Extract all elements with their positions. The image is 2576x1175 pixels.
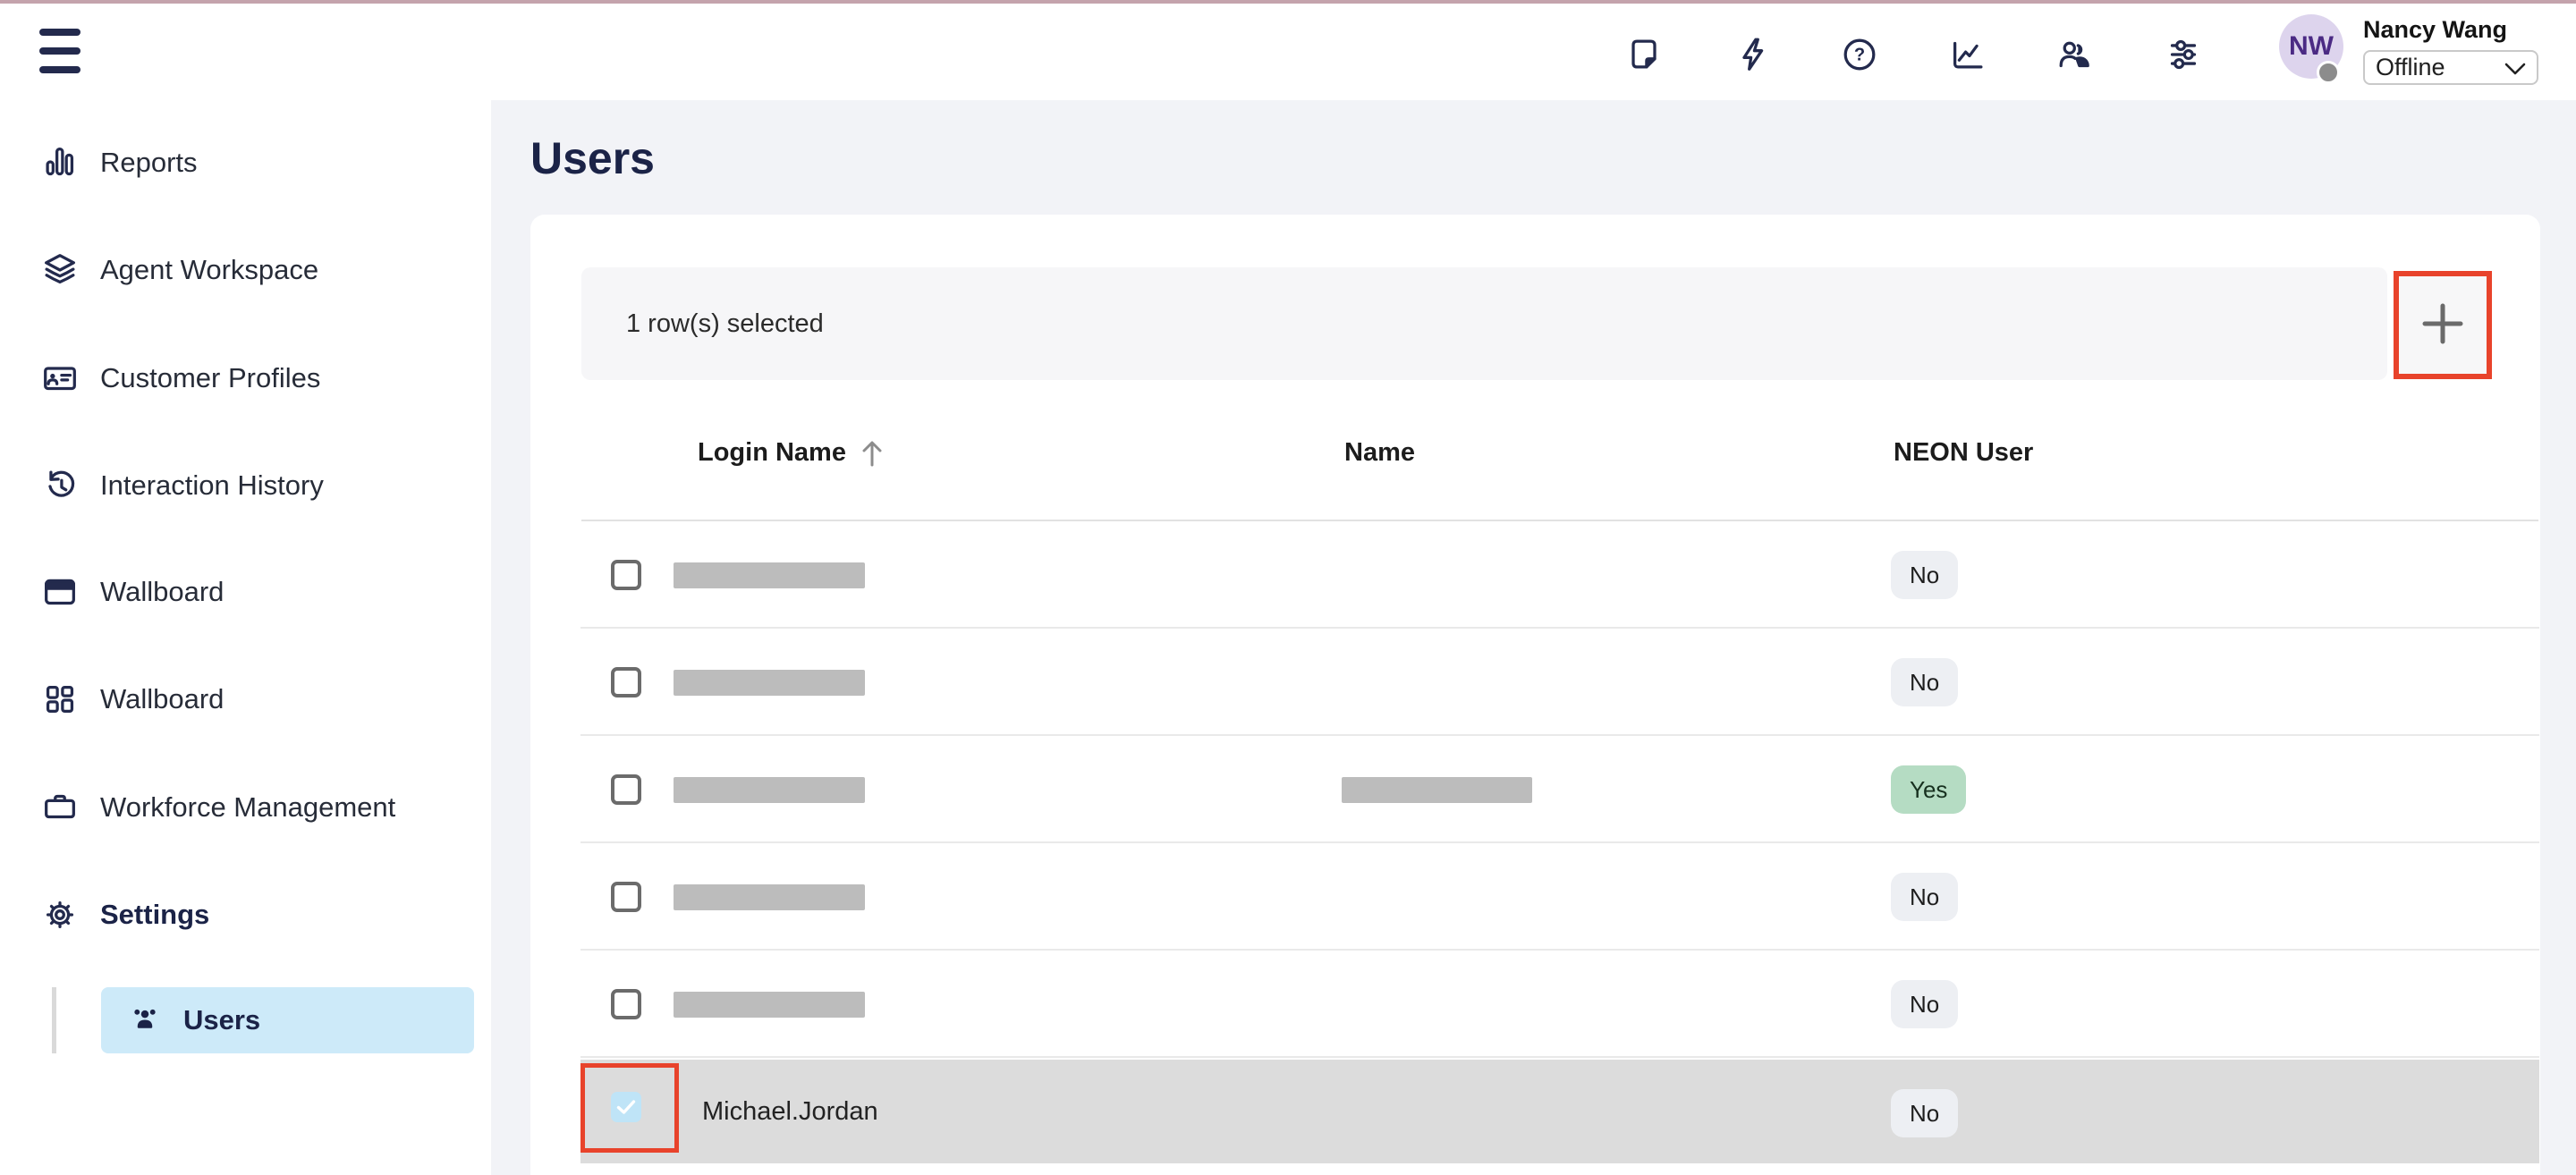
column-header-login-name[interactable]: Login Name <box>698 438 884 468</box>
add-user-button[interactable] <box>2399 276 2487 374</box>
row-checkbox[interactable] <box>611 774 641 805</box>
table-row[interactable]: Michael.Jordan No <box>580 1060 2539 1163</box>
redacted-login-name <box>674 884 865 910</box>
neon-user-badge: No <box>1891 980 1958 1028</box>
note-icon[interactable] <box>1623 34 1665 75</box>
layers-icon <box>39 249 80 291</box>
app-screen: ? NW Nancy Wang Offline Users Reports Age… <box>0 0 2576 1175</box>
sidebar-item-label: Settings <box>100 899 209 931</box>
neon-user-badge: Yes <box>1891 765 1966 814</box>
sidebar-item-label: Wallboard <box>100 576 224 608</box>
redacted-name <box>1342 777 1532 803</box>
user-name: Nancy Wang <box>2363 16 2507 44</box>
annotation-box-add-button <box>2394 271 2492 379</box>
table-row[interactable]: No <box>580 521 2539 629</box>
main-content: Users 1 row(s) selected Login Name <box>491 100 2576 1175</box>
reports-icon <box>39 142 80 183</box>
sidebar-item-label: Reports <box>100 147 198 179</box>
rows-selected-text: 1 row(s) selected <box>626 309 824 339</box>
sidebar-item-settings[interactable]: Settings <box>39 883 209 947</box>
sidebar-item-label: Interaction History <box>100 469 324 502</box>
sidebar-item-wallboard[interactable]: Wallboard <box>39 667 224 731</box>
plus-icon <box>2419 300 2466 350</box>
status-dropdown[interactable]: Offline <box>2363 50 2538 85</box>
sidebar-item-label: Customer Profiles <box>100 362 320 394</box>
redacted-login-name <box>674 992 865 1018</box>
page-title: Users <box>530 132 655 184</box>
grid-icon <box>39 679 80 720</box>
row-checkbox[interactable] <box>611 882 641 912</box>
sidebar-item-label: Workforce Management <box>100 791 395 824</box>
users-group-icon <box>125 1001 165 1040</box>
chevron-down-icon <box>2504 54 2526 81</box>
neon-user-badge: No <box>1891 551 1958 599</box>
table-row[interactable]: No <box>580 843 2539 951</box>
column-header-name[interactable]: Name <box>1344 438 1415 468</box>
sidebar-item-users[interactable]: Users <box>101 987 474 1053</box>
row-checkbox[interactable] <box>611 1092 641 1122</box>
help-icon[interactable]: ? <box>1839 34 1880 75</box>
neon-user-badge: No <box>1891 873 1958 921</box>
column-header-label: NEON User <box>1894 438 2033 468</box>
gear-icon <box>39 894 80 935</box>
sort-ascending-icon <box>860 439 884 468</box>
redacted-login-name <box>674 777 865 803</box>
topbar: ? NW Nancy Wang Offline <box>0 4 2576 100</box>
redacted-login-name <box>674 670 865 696</box>
sidebar-item-interaction-history[interactable]: Interaction History <box>39 453 324 518</box>
column-header-label: Name <box>1344 438 1415 468</box>
table-row[interactable]: No <box>580 629 2539 736</box>
svg-text:?: ? <box>1854 46 1865 65</box>
sidebar-item-customer-profiles[interactable]: Customer Profiles <box>39 346 320 410</box>
column-header-label: Login Name <box>698 438 846 468</box>
sidebar-item-label: Users <box>183 1004 260 1036</box>
row-checkbox[interactable] <box>611 667 641 697</box>
neon-user-badge: No <box>1891 658 1958 706</box>
status-dot <box>2317 61 2340 84</box>
hamburger-menu-button[interactable] <box>39 27 80 75</box>
sidebar-item-wallboard[interactable]: Wallboard <box>39 560 224 624</box>
history-icon <box>39 465 80 506</box>
people-icon[interactable] <box>2055 34 2096 75</box>
column-header-neon-user[interactable]: NEON User <box>1894 438 2033 468</box>
sidebar-item-label: Wallboard <box>100 683 224 715</box>
sidebar: Users Reports Agent Workspace Customer Pro… <box>0 100 491 1175</box>
sidebar-item-agent-workspace[interactable]: Agent Workspace <box>39 238 318 302</box>
login-name-cell: Michael.Jordan <box>702 1060 878 1163</box>
briefcase-icon <box>39 787 80 828</box>
status-dropdown-value: Offline <box>2376 54 2445 81</box>
table-row[interactable]: No <box>580 951 2539 1058</box>
users-card: 1 row(s) selected Login Name Name <box>530 215 2540 1175</box>
table-row[interactable]: Yes <box>580 736 2539 843</box>
row-checkbox[interactable] <box>611 989 641 1019</box>
sidebar-item-workforce-management[interactable]: Workforce Management <box>39 775 395 840</box>
redacted-login-name <box>674 562 865 588</box>
sidebar-item-label: Agent Workspace <box>100 254 318 286</box>
row-checkbox[interactable] <box>611 560 641 590</box>
selection-toolbar: 1 row(s) selected <box>581 267 2387 380</box>
window-icon <box>39 571 80 613</box>
analytics-icon[interactable] <box>1947 34 1988 75</box>
flash-icon[interactable] <box>1733 34 1774 75</box>
sidebar-indent-line <box>52 987 56 1053</box>
id-card-icon <box>39 358 80 399</box>
sliders-icon[interactable] <box>2163 34 2204 75</box>
neon-user-badge: No <box>1891 1089 1958 1137</box>
sidebar-item-reports[interactable]: Reports <box>39 131 198 195</box>
table-header: Login Name Name NEON User <box>530 438 2540 478</box>
